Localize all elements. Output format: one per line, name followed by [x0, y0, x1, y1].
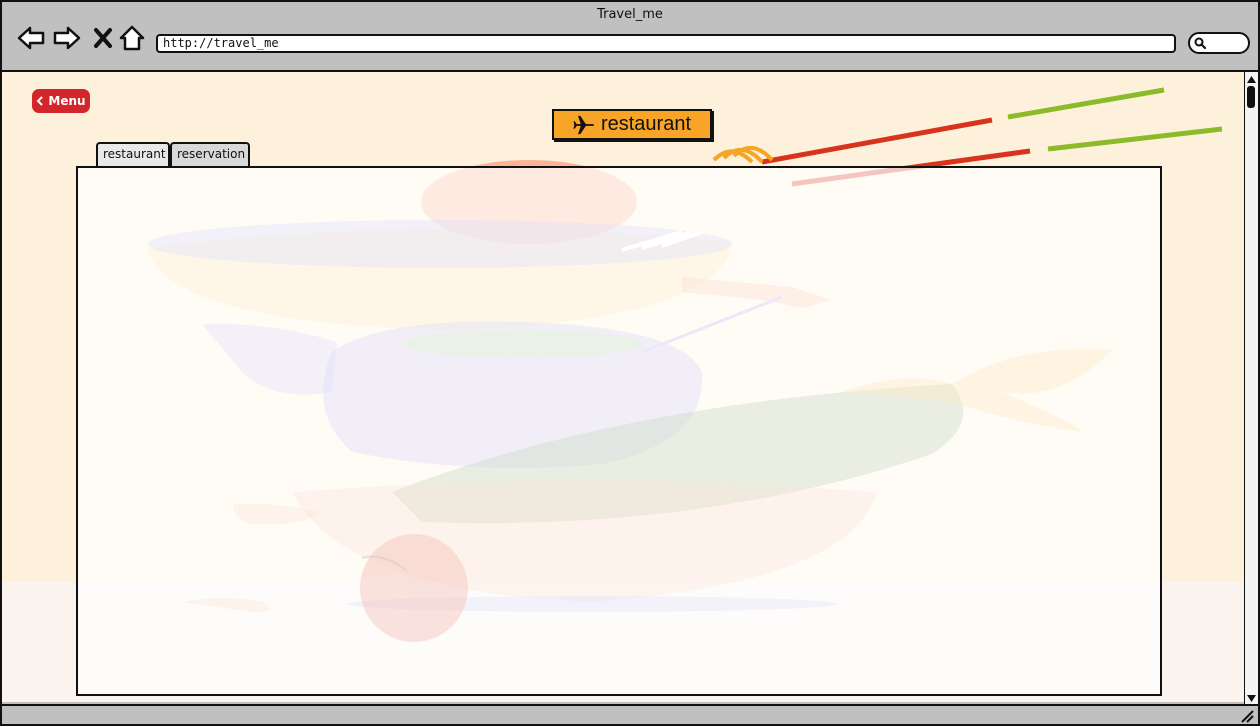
page-title-text: restaurant	[600, 113, 692, 135]
arrow-left-icon	[17, 26, 45, 50]
forward-button[interactable]	[52, 24, 82, 52]
scroll-down-button[interactable]	[1245, 692, 1258, 704]
stop-button[interactable]	[88, 24, 118, 52]
address-bar[interactable]: http://travel_me	[156, 34, 1176, 53]
menu-button[interactable]: Menu	[32, 89, 90, 113]
search-icon	[1194, 37, 1207, 50]
browser-toolbar: Travel_me http://travel_me	[2, 2, 1258, 72]
triangle-up-icon	[1247, 75, 1256, 83]
page-viewport: Menu restaurant restaurant reservation	[2, 72, 1244, 702]
arrow-right-icon	[53, 26, 81, 50]
menu-button-label: Menu	[48, 94, 86, 108]
tab-content-panel	[76, 166, 1162, 696]
airplane-icon	[573, 115, 595, 134]
back-button[interactable]	[16, 24, 46, 52]
browser-window: Travel_me http://travel_me Menu restaura…	[0, 0, 1260, 726]
window-title: Travel_me	[597, 7, 663, 22]
scrollbar-thumb[interactable]	[1247, 86, 1255, 108]
page-title: restaurant	[552, 109, 712, 140]
chevron-left-icon	[36, 96, 44, 106]
home-button[interactable]	[117, 24, 147, 52]
status-bar	[2, 704, 1258, 724]
vertical-scrollbar[interactable]	[1244, 72, 1258, 704]
home-icon	[119, 25, 145, 51]
close-icon	[94, 28, 112, 48]
resize-grip-icon[interactable]	[1240, 709, 1254, 723]
tab-restaurant[interactable]: restaurant	[96, 142, 170, 166]
search-field[interactable]	[1188, 32, 1250, 54]
triangle-down-icon	[1247, 694, 1256, 702]
tab-reservation[interactable]: reservation	[170, 142, 250, 166]
scroll-up-button[interactable]	[1245, 73, 1258, 85]
